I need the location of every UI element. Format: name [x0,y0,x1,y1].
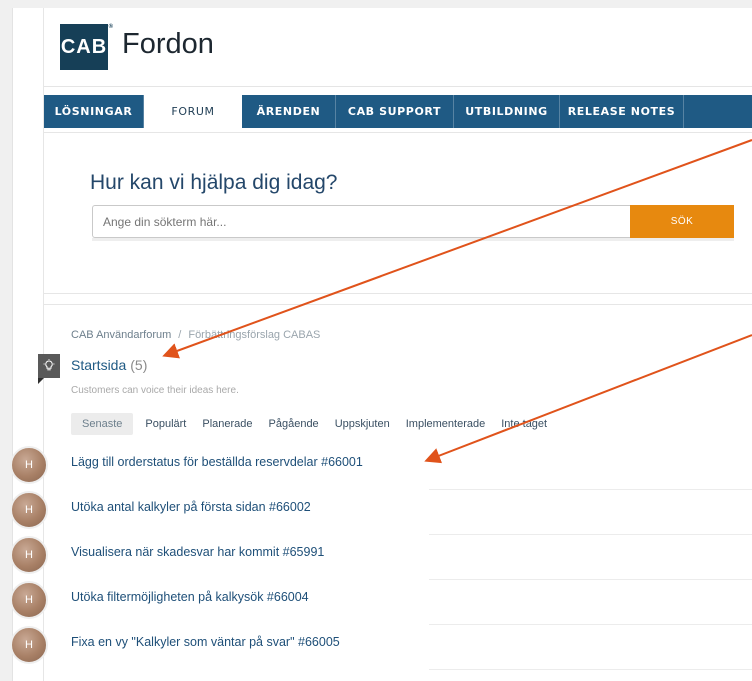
search-heading: Hur kan vi hjälpa dig idag? [90,171,338,194]
list-item[interactable]: Fixa en vy "Kalkyler som väntar på svar"… [44,625,752,670]
idea-title[interactable]: Utöka filtermöjligheten på kalkysök #660… [71,590,309,604]
main-nav: LÖSNINGAR FORUM ÄRENDEN CAB SUPPORT UTBI… [44,95,752,128]
lightbulb-icon [38,354,60,384]
search-section: Hur kan vi hjälpa dig idag? SÖK [44,132,752,294]
search-button[interactable]: SÖK [630,205,734,238]
nav-item-utbildning[interactable]: UTBILDNING [454,95,560,128]
breadcrumb: CAB Användarforum / Förbättringsförslag CA… [71,329,320,341]
filter-senaste[interactable]: Senaste [71,413,134,435]
list-item[interactable]: Visualisera när skadesvar har kommit #65… [44,535,752,580]
nav-item-losningar[interactable]: LÖSNINGAR [44,95,144,128]
filter-pagaende[interactable]: Pågående [269,418,319,430]
list-item[interactable]: Utöka filtermöjligheten på kalkysök #660… [44,580,752,625]
avatar: H [10,626,48,664]
breadcrumb-separator: / [178,329,182,341]
search-shadow [92,238,734,241]
avatar: H [10,446,48,484]
list-item[interactable]: Utöka antal kalkyler på första sidan #66… [44,490,752,535]
forum-description: Customers can voice their ideas here. [71,385,239,396]
filter-implementerade[interactable]: Implementerade [406,418,486,430]
search-input[interactable] [92,205,630,238]
forum-title[interactable]: Startsida (5) [71,357,147,373]
breadcrumb-item-user-forum[interactable]: CAB Användarforum [71,329,171,341]
idea-list: Lägg till orderstatus för beställda rese… [44,445,752,670]
filter-inte-taget[interactable]: Inte taget [501,418,547,430]
site-title: Fordon [122,28,214,60]
idea-title[interactable]: Fixa en vy "Kalkyler som väntar på svar"… [71,635,340,649]
nav-item-release-notes[interactable]: RELEASE NOTES [560,95,684,128]
header-divider [44,86,752,87]
forum-section: CAB Användarforum / Förbättringsförslag CA… [38,304,752,681]
avatar: H [10,581,48,619]
filter-tabs: Senaste Populärt Planerade Pågående Upps… [71,413,563,435]
list-item[interactable]: Lägg till orderstatus för beställda rese… [44,445,752,490]
forum-idea-count: (5) [130,357,148,373]
logo-registered-mark: ® [108,24,114,30]
idea-title[interactable]: Utöka antal kalkyler på första sidan #66… [71,500,311,514]
page: CAB ® Fordon LÖSNINGAR FORUM ÄRENDEN CAB… [12,8,752,681]
avatar: H [10,536,48,574]
filter-populart[interactable]: Populärt [145,418,186,430]
lightbulb-icon-glyph [43,359,55,371]
logo-text: CAB [60,35,108,58]
page-content: CAB ® Fordon LÖSNINGAR FORUM ÄRENDEN CAB… [38,8,752,681]
avatar: H [10,491,48,529]
filter-planerade[interactable]: Planerade [202,418,252,430]
nav-item-forum[interactable]: FORUM [144,95,242,128]
breadcrumb-item-improvements[interactable]: Förbättringsförslag CABAS [188,329,320,341]
cab-logo[interactable]: CAB ® [60,24,113,70]
forum-title-text: Startsida [71,357,127,373]
idea-title[interactable]: Visualisera när skadesvar har kommit #65… [71,545,324,559]
row-divider [429,669,752,670]
idea-title[interactable]: Lägg till orderstatus för beställda rese… [71,455,363,469]
nav-item-cab-support[interactable]: CAB SUPPORT [336,95,454,128]
filter-uppskjuten[interactable]: Uppskjuten [335,418,390,430]
nav-item-arenden[interactable]: ÄRENDEN [242,95,336,128]
